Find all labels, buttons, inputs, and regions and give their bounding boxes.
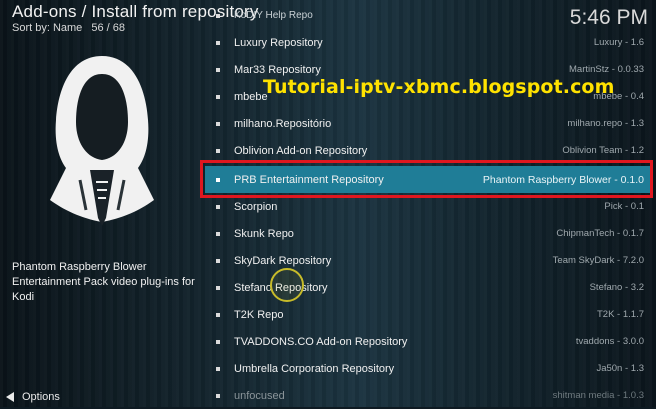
pointer-cursor-icon — [270, 268, 304, 302]
bullet-icon — [216, 94, 220, 99]
bullet-icon — [216, 148, 220, 153]
list-item[interactable]: SkyDark Repository Team SkyDark - 7.2.0 — [205, 247, 651, 274]
item-meta: Oblivion Team - 1.2 — [562, 145, 644, 156]
selection-highlight-box — [200, 160, 653, 198]
item-meta: T2K - 1.1.7 — [597, 309, 644, 320]
hooded-figure-icon — [50, 56, 154, 226]
item-name: unfocused — [234, 389, 285, 402]
item-name: Oblivion Add-on Repository — [234, 144, 368, 157]
list-item[interactable]: KoDIY Help Repo — [205, 2, 651, 29]
list-item[interactable]: Skunk Repo ChipmanTech - 0.1.7 — [205, 220, 651, 247]
bullet-icon — [216, 40, 220, 45]
list-item[interactable]: milhano.Repositório milhano.repo - 1.3 — [205, 110, 651, 137]
bullet-icon — [216, 393, 220, 398]
item-name: Mar33 Repository — [234, 63, 321, 76]
item-name: milhano.Repositório — [234, 117, 332, 130]
bullet-icon — [216, 231, 220, 236]
bullet-icon — [216, 366, 220, 371]
sort-label[interactable]: Sort by: Name — [12, 22, 82, 34]
item-meta: shitman media - 1.0.3 — [552, 390, 644, 401]
list-item[interactable]: TVADDONS.CO Add-on Repository tvaddons -… — [205, 328, 651, 355]
list-item[interactable]: Umbrella Corporation Repository Ja50n - … — [205, 355, 651, 382]
bullet-icon — [216, 204, 220, 209]
list-item[interactable]: Luxury Repository Luxury - 1.6 — [205, 29, 651, 56]
item-meta: Stefano - 3.2 — [589, 282, 644, 293]
list-item[interactable]: T2K Repo T2K - 1.1.7 — [205, 301, 651, 328]
item-name: SkyDark Repository — [234, 254, 332, 267]
bullet-icon — [216, 339, 220, 344]
bullet-icon — [216, 13, 220, 18]
watermark-text: Tutorial-iptv-xbmc.blogspot.com — [263, 76, 615, 98]
addon-info-panel: Phantom Raspberry Blower Entertainment P… — [0, 40, 200, 380]
item-name: Umbrella Corporation Repository — [234, 362, 395, 375]
item-name: Scorpion — [234, 200, 278, 213]
item-name: KoDIY Help Repo — [234, 10, 313, 21]
repository-list: KoDIY Help Repo Luxury Repository Luxury… — [205, 2, 651, 407]
item-name: Skunk Repo — [234, 227, 294, 240]
bullet-icon — [216, 312, 220, 317]
item-name: TVADDONS.CO Add-on Repository — [234, 335, 408, 348]
bullet-icon — [216, 67, 220, 72]
item-meta: Pick - 0.1 — [604, 201, 644, 212]
left-arrow-icon — [6, 392, 14, 402]
addon-description: Phantom Raspberry Blower Entertainment P… — [12, 261, 195, 303]
options-button[interactable]: Options — [6, 391, 60, 403]
item-name: T2K Repo — [234, 308, 284, 321]
item-meta: Team SkyDark - 7.2.0 — [552, 255, 644, 266]
item-meta: Ja50n - 1.3 — [596, 363, 644, 374]
bullet-icon — [216, 258, 220, 263]
item-name: Luxury Repository — [234, 36, 323, 49]
item-meta: MartinStz - 0.0.33 — [569, 64, 644, 75]
bullet-icon — [216, 121, 220, 126]
options-label: Options — [22, 391, 60, 403]
item-meta: ChipmanTech - 0.1.7 — [556, 228, 644, 239]
list-item[interactable]: unfocused shitman media - 1.0.3 — [205, 382, 651, 409]
item-meta: tvaddons - 3.0.0 — [575, 336, 644, 347]
item-meta: milhano.repo - 1.3 — [567, 118, 644, 129]
bullet-icon — [216, 285, 220, 290]
item-position: 56 / 68 — [91, 22, 126, 34]
item-meta: Luxury - 1.6 — [593, 37, 644, 48]
